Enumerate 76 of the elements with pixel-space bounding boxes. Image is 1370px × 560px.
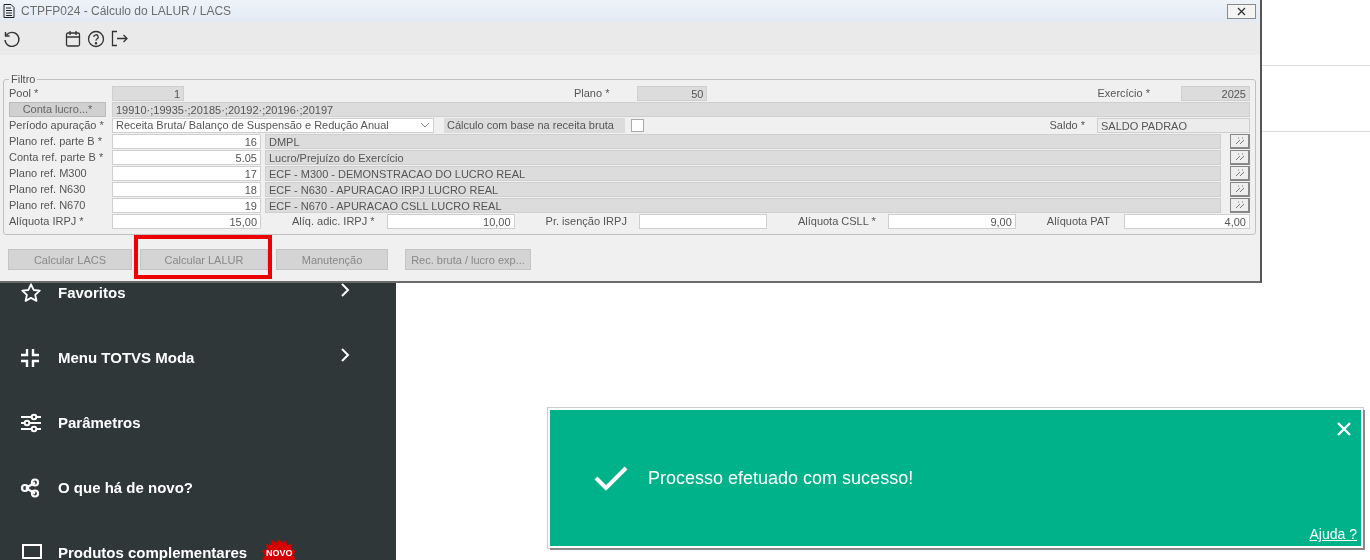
input-field[interactable]: 1 <box>112 85 184 101</box>
sidebar-item[interactable]: O que há de novo? <box>0 455 396 520</box>
calendar-icon[interactable] <box>65 30 81 47</box>
close-icon <box>1237 6 1246 16</box>
input-field[interactable]: 18 <box>112 181 261 197</box>
close-icon[interactable] <box>1337 422 1351 436</box>
lookup-button[interactable] <box>1230 149 1250 165</box>
field-label: Plano ref. N630 <box>9 183 87 195</box>
laptop-icon <box>20 542 44 560</box>
description-field: ECF - M300 - DEMONSTRACAO DO LUCRO REAL <box>265 165 1221 181</box>
description-field: ECF - N670 - APURACAO CSLL LUCRO REAL <box>265 197 1221 213</box>
input-field[interactable] <box>638 213 767 229</box>
document-icon <box>3 4 15 18</box>
input-field[interactable]: 5.05 <box>112 149 261 165</box>
checkbox[interactable] <box>631 118 644 132</box>
sliders-icon <box>20 412 42 433</box>
input-field[interactable]: 17 <box>112 165 261 181</box>
input-field[interactable]: 19910·;19935·;20185·;20192·;20196·;20197 <box>112 101 1250 117</box>
field-label: Exercício * <box>1097 87 1150 99</box>
lookup-button[interactable] <box>1230 133 1250 149</box>
sidebar-item[interactable]: Parâmetros <box>0 390 396 455</box>
input-field[interactable]: SALDO PADRAO <box>1097 117 1250 133</box>
input-field[interactable]: 4,00 <box>1124 213 1250 229</box>
checkmark-icon <box>594 465 628 491</box>
sidebar-label: Parâmetros <box>58 414 141 431</box>
field-label: Plano ref. M300 <box>9 167 88 179</box>
input-field[interactable]: 15,00 <box>112 213 261 229</box>
sidebar-label: Menu TOTVS Moda <box>58 349 195 366</box>
input-field[interactable]: 50 <box>637 85 708 101</box>
share-icon <box>20 477 40 498</box>
field-label: Pool * <box>9 87 40 99</box>
field-label: Período apuração * <box>9 119 105 131</box>
lookup-button[interactable] <box>1230 197 1250 213</box>
chevron-right-icon <box>340 282 350 298</box>
input-field[interactable]: 2025 <box>1181 85 1250 101</box>
checkbox-label: Cálculo com base na receita bruta <box>444 117 625 133</box>
dots-icon <box>1234 136 1245 145</box>
field-label: Pr. isenção IRPJ <box>545 215 627 227</box>
field-label: Alíquota IRPJ * <box>9 215 85 227</box>
input-field[interactable]: 19 <box>112 197 261 213</box>
input-field[interactable]: 16 <box>112 133 261 149</box>
description-field: DMPL <box>265 133 1221 149</box>
field-label: Plano ref. parte B * <box>9 135 103 147</box>
close-button[interactable] <box>1227 3 1256 19</box>
refresh-icon[interactable] <box>3 29 21 48</box>
input-field[interactable]: 9,00 <box>887 213 1016 229</box>
chevron-right-icon <box>340 347 350 363</box>
sidebar-item[interactable]: Menu TOTVS Moda <box>0 325 396 390</box>
field-label: Alíquota PAT <box>1046 215 1110 227</box>
field-label: Alíquota CSLL * <box>797 215 876 227</box>
input-field[interactable]: 10,00 <box>386 213 515 229</box>
field-label: Alíq. adic. IRPJ * <box>292 215 375 227</box>
window-title: CTPFP024 - Cálculo do LALUR / LACS <box>21 4 232 18</box>
dots-icon <box>1234 184 1245 193</box>
sidebar-label: Favoritos <box>58 284 126 301</box>
help-icon[interactable] <box>87 29 105 48</box>
sidebar-label: O que há de novo? <box>58 479 193 496</box>
chevron-down-icon <box>420 122 430 128</box>
group-title: Filtro <box>10 73 37 85</box>
star-icon <box>20 281 42 304</box>
compress-icon <box>20 347 40 368</box>
lookup-button[interactable] <box>1230 165 1250 181</box>
dots-icon <box>1234 168 1245 177</box>
dots-icon <box>1234 152 1245 161</box>
lookup-button[interactable] <box>1230 181 1250 197</box>
field-label: Saldo * <box>1049 119 1085 131</box>
field-label: Plano ref. N670 <box>9 199 87 211</box>
description-field: ECF - N630 - APURACAO IRPJ LUCRO REAL <box>265 181 1221 197</box>
description-field: Lucro/Prejuízo do Exercício <box>265 149 1221 165</box>
dropdown-field[interactable]: Receita Bruta/ Balanço de Suspensão e Redução Anual <box>112 117 434 133</box>
dots-icon <box>1234 200 1245 209</box>
field-label: Conta ref. parte B * <box>9 151 105 163</box>
exit-icon[interactable] <box>111 30 128 47</box>
field-label: Plano * <box>573 87 610 99</box>
toast-message: Processo efetuado com sucesso! <box>648 467 914 489</box>
account-button[interactable]: Conta lucro...* <box>9 101 106 117</box>
